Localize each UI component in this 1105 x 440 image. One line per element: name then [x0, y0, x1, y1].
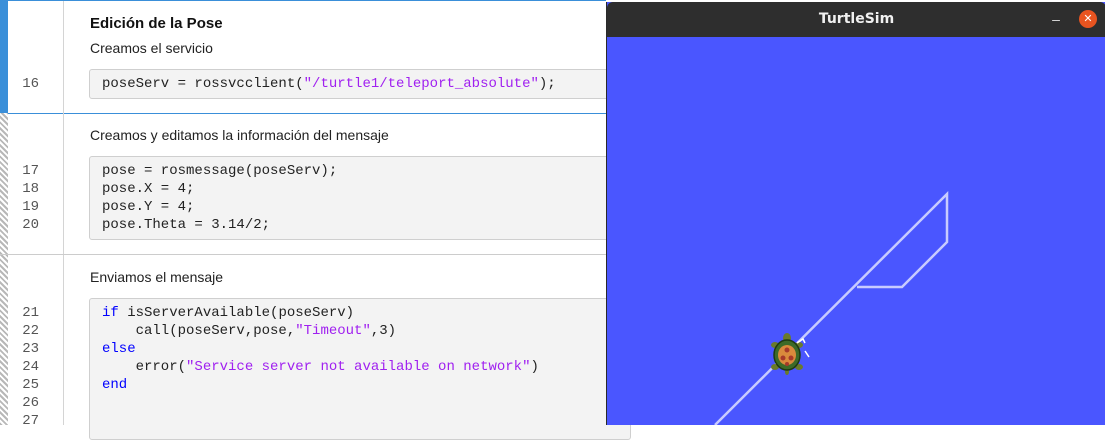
canvas-background	[607, 37, 1105, 425]
line-number: 26	[22, 395, 39, 411]
code-line[interactable]: error("Service server not available on n…	[102, 358, 539, 376]
code-line[interactable]: pose = rosmessage(poseServ);	[102, 162, 337, 180]
string-literal: "Service server not available on network…	[186, 359, 531, 375]
line-number: 18	[22, 181, 39, 197]
keyword: if	[102, 305, 119, 321]
line-number: 16	[22, 76, 39, 92]
string-literal: "/turtle1/teleport_absolute"	[303, 76, 539, 92]
code-line[interactable]: poseServ = rossvcclient("/turtle1/telepo…	[102, 75, 556, 93]
window-titlebar[interactable]: TurtleSim – ✕	[607, 2, 1105, 37]
line-number: 22	[22, 323, 39, 339]
section-text[interactable]: Enviamos el mensaje	[90, 269, 223, 285]
code-line[interactable]: pose.Y = 4;	[102, 198, 194, 216]
code-line[interactable]: pose.Theta = 3.14/2;	[102, 216, 270, 234]
live-section-message-info[interactable]: Creamos y editamos la información del me…	[0, 113, 631, 255]
live-section-pose-edit[interactable]: Edición de la Pose Creamos el servicio 1…	[0, 0, 631, 114]
line-number: 24	[22, 359, 39, 375]
minimize-icon[interactable]: –	[1047, 10, 1065, 28]
turtlesim-canvas	[607, 37, 1105, 425]
line-number: 25	[22, 377, 39, 393]
line-number: 17	[22, 163, 39, 179]
code-line[interactable]: if isServerAvailable(poseServ)	[102, 304, 354, 322]
live-section-send-message[interactable]: Enviamos el mensaje 21 if isServerAvaila…	[0, 255, 631, 440]
line-number: 21	[22, 305, 39, 321]
close-icon[interactable]: ✕	[1079, 10, 1097, 28]
line-number: 20	[22, 217, 39, 233]
section-stale-bar	[0, 255, 8, 425]
window-title: TurtleSim	[818, 11, 895, 27]
gutter-divider	[63, 255, 64, 425]
string-literal: "Timeout"	[295, 323, 371, 339]
section-text[interactable]: Creamos y editamos la información del me…	[90, 127, 389, 143]
gutter-divider	[63, 1, 64, 113]
code-line[interactable]: call(poseServ,pose,"Timeout",3)	[102, 322, 396, 340]
gutter-divider	[63, 113, 64, 254]
code-line[interactable]: end	[102, 376, 127, 394]
section-indicator-bar	[0, 1, 8, 113]
section-stale-bar	[0, 113, 8, 254]
code-line[interactable]: else	[102, 340, 136, 358]
section-heading: Edición de la Pose	[90, 15, 223, 32]
line-number: 27	[22, 413, 39, 429]
line-number: 23	[22, 341, 39, 357]
turtlesim-window[interactable]: TurtleSim – ✕	[606, 2, 1105, 425]
line-number: 19	[22, 199, 39, 215]
code-line[interactable]: pose.X = 4;	[102, 180, 194, 198]
section-text[interactable]: Creamos el servicio	[90, 40, 213, 56]
